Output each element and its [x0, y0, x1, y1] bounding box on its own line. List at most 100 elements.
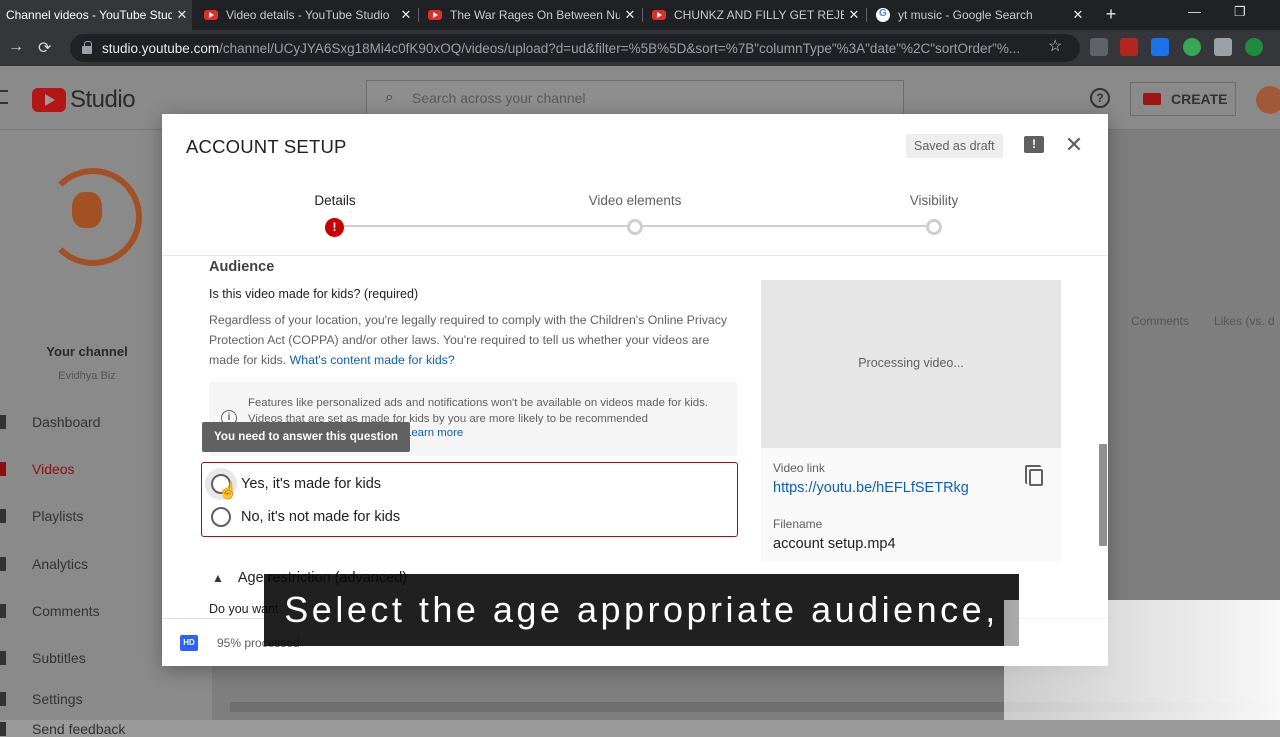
search-placeholder: Search across your channel [411, 90, 586, 106]
close-icon[interactable]: ✕ [172, 7, 192, 23]
audience-heading: Audience [209, 259, 275, 275]
close-icon[interactable]: ✕ [844, 7, 864, 23]
step-dot-visibility[interactable] [926, 219, 942, 235]
kids-radio-group: Yes, it's made for kids No, it's not mad… [201, 462, 738, 537]
kids-question: Is this video made for kids? (required) [209, 287, 419, 301]
tab-title: CHUNKZ AND FILLY GET REJEC [674, 8, 844, 22]
channel-name: Evidhya Biz [58, 370, 116, 382]
profile-avatar[interactable] [1245, 38, 1263, 56]
reload-icon[interactable]: ⟳ [38, 38, 51, 58]
camera-icon [1143, 93, 1161, 105]
google-icon [876, 8, 890, 22]
analytics-icon [0, 557, 6, 571]
saved-draft-badge: Saved as draft [906, 134, 1003, 158]
dashboard-icon [0, 415, 6, 429]
step-dot-video-elements[interactable] [627, 219, 643, 235]
videos-icon [0, 462, 6, 476]
video-link-label: Video link [773, 461, 825, 475]
vertical-scrollbar[interactable] [1099, 444, 1107, 546]
tab-divider [642, 8, 643, 22]
dialog-title: ACCOUNT SETUP [186, 136, 347, 157]
processing-text: Processing video... [858, 356, 964, 370]
radio-label: Yes, it's made for kids [241, 476, 382, 492]
column-header-likes[interactable]: Likes (vs. d [1214, 314, 1275, 328]
tab-divider [866, 8, 867, 22]
hand-cursor-icon: ☝ [218, 483, 238, 500]
column-header-comments[interactable]: Comments [1131, 314, 1189, 328]
radio-button[interactable] [211, 507, 231, 527]
colorful-extension-icon[interactable] [1183, 38, 1201, 56]
minimize-button[interactable]: — [1188, 4, 1201, 19]
required-tooltip: You need to answer this question [202, 422, 411, 452]
filename-label: Filename [773, 517, 823, 531]
tab-title: Video details - YouTube Studio [226, 8, 390, 22]
browser-tab-bar: Channel videos - YouTube Studio ✕ Video … [0, 0, 1280, 30]
menu-icon[interactable] [0, 90, 8, 104]
extension-icon[interactable] [1090, 38, 1108, 56]
subtitle-caption: Select the age appropriate audience, [264, 574, 1019, 646]
step-details[interactable]: Details [255, 193, 415, 208]
comments-icon [0, 604, 6, 618]
browser-tab[interactable]: Video details - YouTube Studio ✕ [198, 0, 416, 30]
video-link[interactable]: https://youtu.be/hEFLfSETRkg [773, 480, 969, 496]
logo-text: Studio [70, 86, 136, 113]
subtitles-icon [0, 651, 6, 665]
sidebar-item-feedback[interactable]: Send feedback [0, 721, 212, 737]
pdf-extension-icon[interactable] [1120, 38, 1138, 56]
lock-icon [82, 41, 92, 54]
upload-stepper: Details ! Video elements Visibility [162, 176, 1108, 256]
video-preview-panel: Processing video... Video link https://y… [761, 280, 1061, 562]
youtube-icon [204, 10, 218, 20]
puzzle-extensions-icon[interactable] [1214, 38, 1232, 56]
bookmark-star-icon[interactable]: ☆ [1048, 36, 1062, 56]
sidebar-item-settings[interactable]: Settings [0, 677, 212, 721]
close-icon[interactable]: ✕ [620, 7, 640, 23]
tab-title: yt music - Google Search [898, 8, 1033, 22]
studio-logo[interactable]: Studio [32, 86, 136, 114]
step-video-elements[interactable]: Video elements [555, 193, 715, 208]
details-content: Audience Is this video made for kids? (r… [162, 256, 1108, 618]
error-icon[interactable]: ! [325, 218, 344, 237]
feedback-icon[interactable]: ! [1024, 136, 1044, 153]
close-icon[interactable]: ✕ [1068, 7, 1088, 23]
browser-tab[interactable]: yt music - Google Search ✕ [870, 0, 1088, 30]
chevron-up-icon: ▲ [212, 571, 224, 585]
learn-more-link[interactable]: Learn more [405, 427, 463, 439]
playlists-icon [0, 509, 6, 523]
youtube-icon [652, 10, 666, 20]
help-icon[interactable]: ? [1090, 88, 1110, 108]
tab-divider [418, 8, 419, 22]
search-icon: ⌕ [385, 89, 394, 106]
feedback-icon [0, 722, 6, 736]
close-dialog-button[interactable]: ✕ [1062, 132, 1086, 158]
kids-content-link[interactable]: What's content made for kids? [290, 353, 455, 367]
radio-label: No, it's not made for kids [241, 509, 401, 525]
account-avatar[interactable] [1256, 86, 1280, 114]
channel-search-input[interactable]: ⌕ Search across your channel [366, 80, 904, 116]
tab-title: Channel videos - YouTube Studio [6, 8, 172, 22]
forward-icon[interactable]: → [8, 38, 24, 56]
new-extension-icon[interactable] [1151, 38, 1169, 56]
create-label: CREATE [1171, 91, 1228, 107]
browser-tab[interactable]: Channel videos - YouTube Studio ✕ [0, 0, 192, 30]
browser-toolbar: → ⟳ studio.youtube.com/channel/UCyJYA6Sx… [0, 30, 1280, 66]
youtube-icon [428, 10, 442, 20]
create-button[interactable]: CREATE [1130, 82, 1236, 116]
restore-button[interactable]: ❐ [1234, 4, 1246, 20]
radio-not-made-for-kids[interactable]: No, it's not made for kids [211, 507, 400, 527]
url-text: studio.youtube.com/channel/UCyJYA6Sxg18M… [102, 40, 1021, 56]
browser-tab[interactable]: CHUNKZ AND FILLY GET REJEC ✕ [646, 0, 864, 30]
tab-title: The War Rages On Between Nu [450, 8, 620, 22]
copy-icon[interactable] [1025, 465, 1043, 486]
new-tab-button[interactable]: + [1100, 4, 1122, 25]
settings-icon [0, 692, 6, 706]
your-channel-label: Your channel [46, 344, 128, 359]
close-icon[interactable]: ✕ [396, 7, 416, 23]
channel-avatar[interactable] [44, 168, 142, 266]
address-bar[interactable]: studio.youtube.com/channel/UCyJYA6Sxg18M… [70, 34, 1080, 62]
step-visibility[interactable]: Visibility [854, 193, 1014, 208]
coppa-description: Regardless of your location, you're lega… [209, 313, 727, 367]
browser-tab[interactable]: The War Rages On Between Nu ✕ [422, 0, 640, 30]
hd-icon: HD [180, 635, 198, 651]
filename-value: account setup.mp4 [773, 536, 896, 552]
